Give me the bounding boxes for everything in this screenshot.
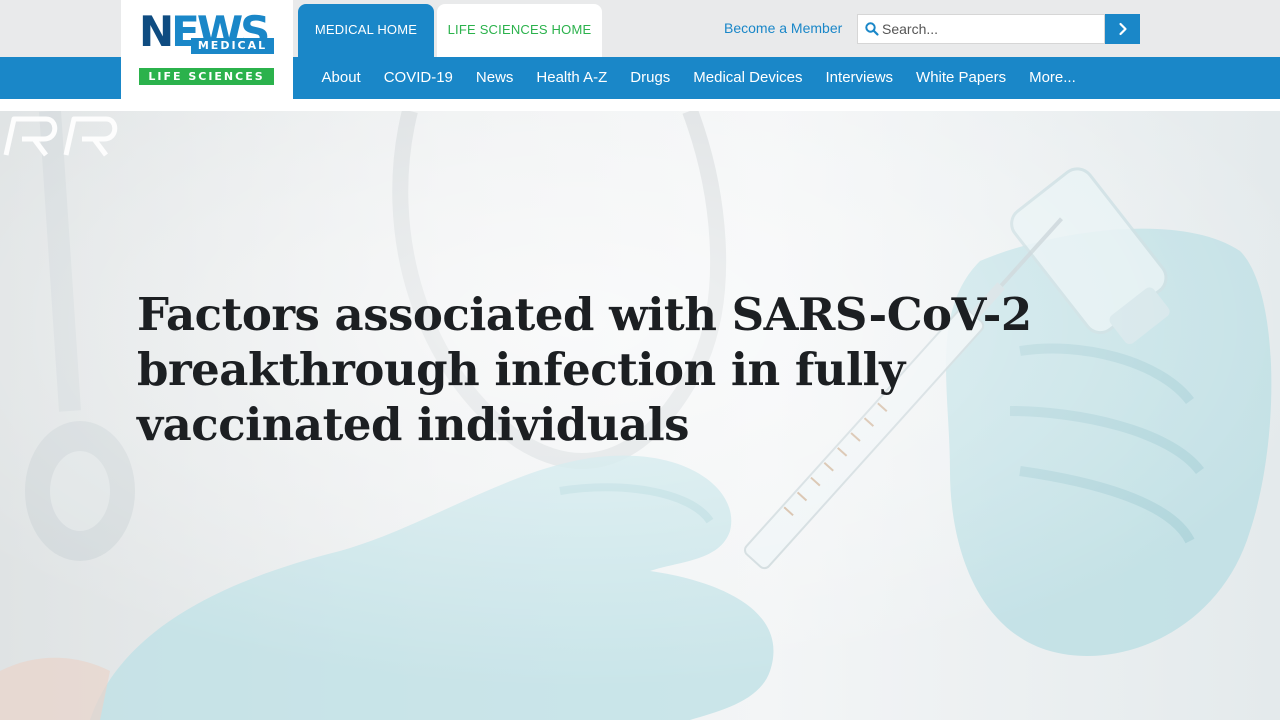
rr-logo-watermark-icon [3, 116, 118, 157]
tab-life-sciences-home[interactable]: LIFE SCIENCES HOME [437, 4, 602, 57]
nav-item-more[interactable]: More... [1018, 57, 1088, 99]
search-submit-button[interactable] [1105, 14, 1140, 44]
search-input[interactable] [882, 15, 1102, 43]
main-nav: About COVID-19 News Health A-Z Drugs Med… [310, 57, 1087, 99]
nav-item-medical-devices[interactable]: Medical Devices [682, 57, 814, 99]
logo-letter-n: N [139, 7, 174, 56]
header-spacer [0, 99, 1280, 111]
nav-item-about[interactable]: About [310, 57, 372, 99]
nav-item-white-papers[interactable]: White Papers [905, 57, 1018, 99]
chevron-right-icon [1118, 22, 1127, 36]
search-icon [864, 21, 880, 37]
logo-medical-label: MEDICAL [191, 38, 274, 54]
nav-item-covid-19[interactable]: COVID-19 [372, 57, 464, 99]
nav-item-interviews[interactable]: Interviews [814, 57, 905, 99]
become-member-link[interactable]: Become a Member [724, 20, 842, 36]
nav-item-drugs[interactable]: Drugs [619, 57, 682, 99]
nav-item-news[interactable]: News [464, 57, 525, 99]
site-logo[interactable]: N EWS MEDICAL LIFE SCIENCES [121, 0, 293, 99]
logo-life-sciences-label: LIFE SCIENCES [139, 68, 274, 85]
search-box [857, 14, 1105, 44]
nav-item-health-a-z[interactable]: Health A-Z [525, 57, 619, 99]
tab-medical-home[interactable]: MEDICAL HOME [298, 4, 434, 57]
hero-banner: Factors associated with SARS-CoV-2 break… [0, 111, 1280, 720]
article-title: Factors associated with SARS-CoV-2 break… [137, 288, 1032, 451]
